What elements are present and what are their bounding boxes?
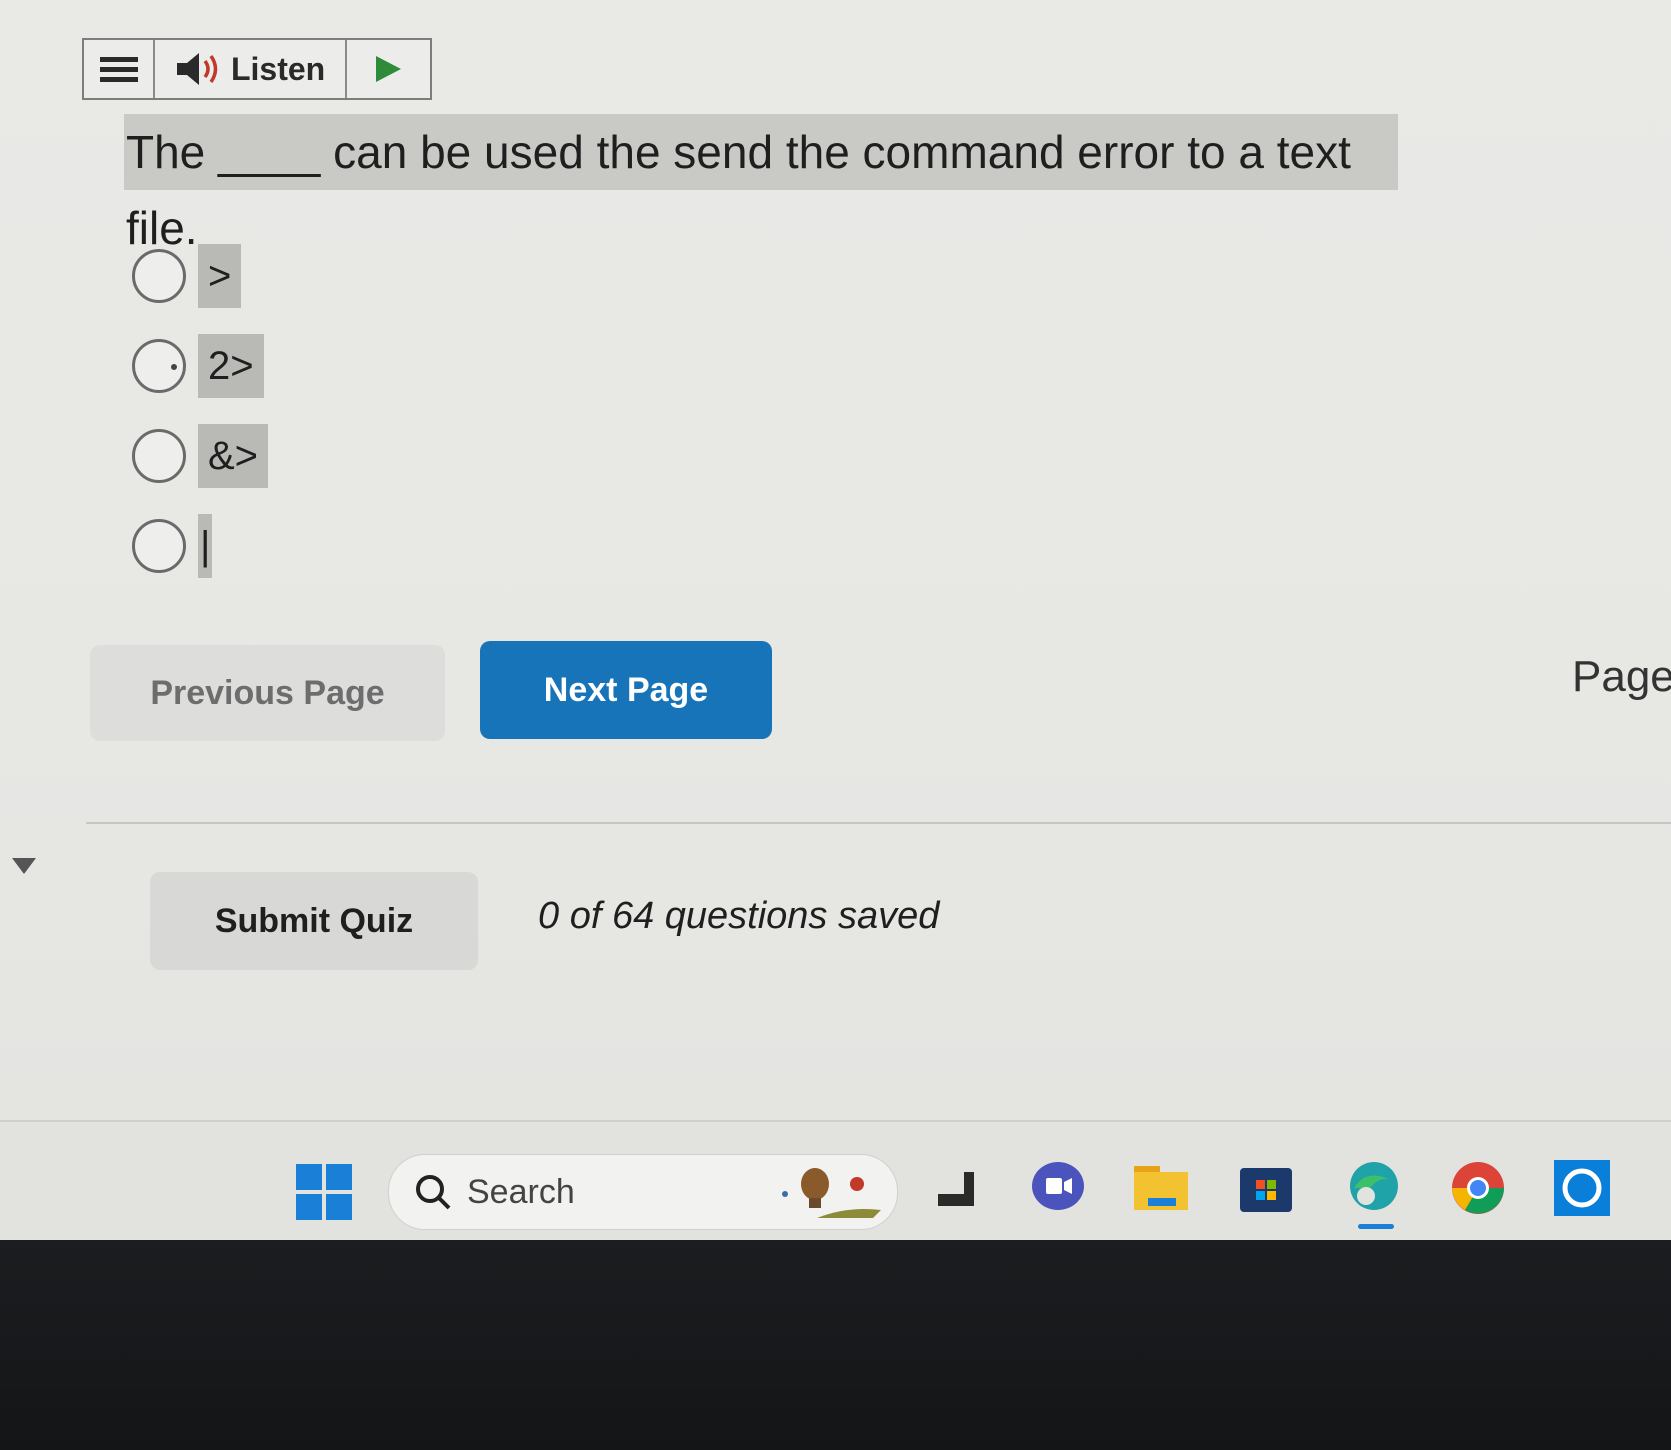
divider — [86, 822, 1671, 824]
menu-button[interactable] — [84, 40, 156, 98]
hamburger-icon — [99, 52, 138, 87]
saved-status: 0 of 64 questions saved — [538, 895, 940, 937]
edge-active-indicator — [1358, 1224, 1394, 1229]
option-1[interactable]: > — [132, 244, 242, 308]
search-label: Search — [467, 1172, 575, 1211]
microsoft-store-icon[interactable] — [1236, 1158, 1296, 1218]
listen-button[interactable]: Listen — [155, 40, 347, 98]
teams-chat-icon[interactable] — [1028, 1158, 1088, 1218]
search-icon — [416, 1175, 451, 1210]
option-3-label: &> — [198, 424, 269, 488]
next-page-button[interactable]: Next Page — [480, 641, 772, 739]
radio-option-4[interactable] — [132, 519, 186, 573]
radio-option-1[interactable] — [132, 249, 186, 303]
option-2[interactable]: 2> — [132, 334, 264, 398]
radio-option-2[interactable] — [132, 339, 186, 393]
windows-start-icon[interactable] — [296, 1164, 352, 1220]
widgets-icon[interactable] — [777, 1162, 887, 1222]
task-view-icon[interactable] — [928, 1158, 988, 1218]
submit-quiz-button[interactable]: Submit Quiz — [150, 872, 478, 970]
screen: Listen The ____ can be used the send the… — [0, 0, 1671, 1242]
option-1-label: > — [198, 244, 242, 308]
cortana-icon[interactable] — [1552, 1158, 1612, 1218]
option-4-label: | — [198, 514, 213, 578]
collapse-arrow-icon[interactable] — [12, 858, 36, 874]
play-icon — [376, 56, 402, 82]
edge-icon[interactable] — [1344, 1158, 1404, 1218]
page-label: Page — [1572, 652, 1671, 701]
monitor-bezel — [0, 1240, 1671, 1450]
listen-toolbar: Listen — [82, 38, 432, 100]
play-button[interactable] — [347, 40, 430, 98]
speaker-icon — [176, 53, 218, 85]
previous-page-button[interactable]: Previous Page — [90, 645, 445, 741]
radio-option-3[interactable] — [132, 429, 186, 483]
option-2-label: 2> — [198, 334, 264, 398]
option-4[interactable]: | — [132, 514, 213, 578]
listen-label: Listen — [230, 50, 326, 87]
chrome-icon[interactable] — [1448, 1158, 1508, 1218]
option-3[interactable]: &> — [132, 424, 269, 488]
taskbar: Search — [0, 1120, 1671, 1242]
file-explorer-icon[interactable] — [1130, 1158, 1190, 1218]
question-text: The ____ can be used the send the comman… — [124, 114, 1398, 254]
taskbar-search-box[interactable]: Search — [388, 1154, 898, 1230]
